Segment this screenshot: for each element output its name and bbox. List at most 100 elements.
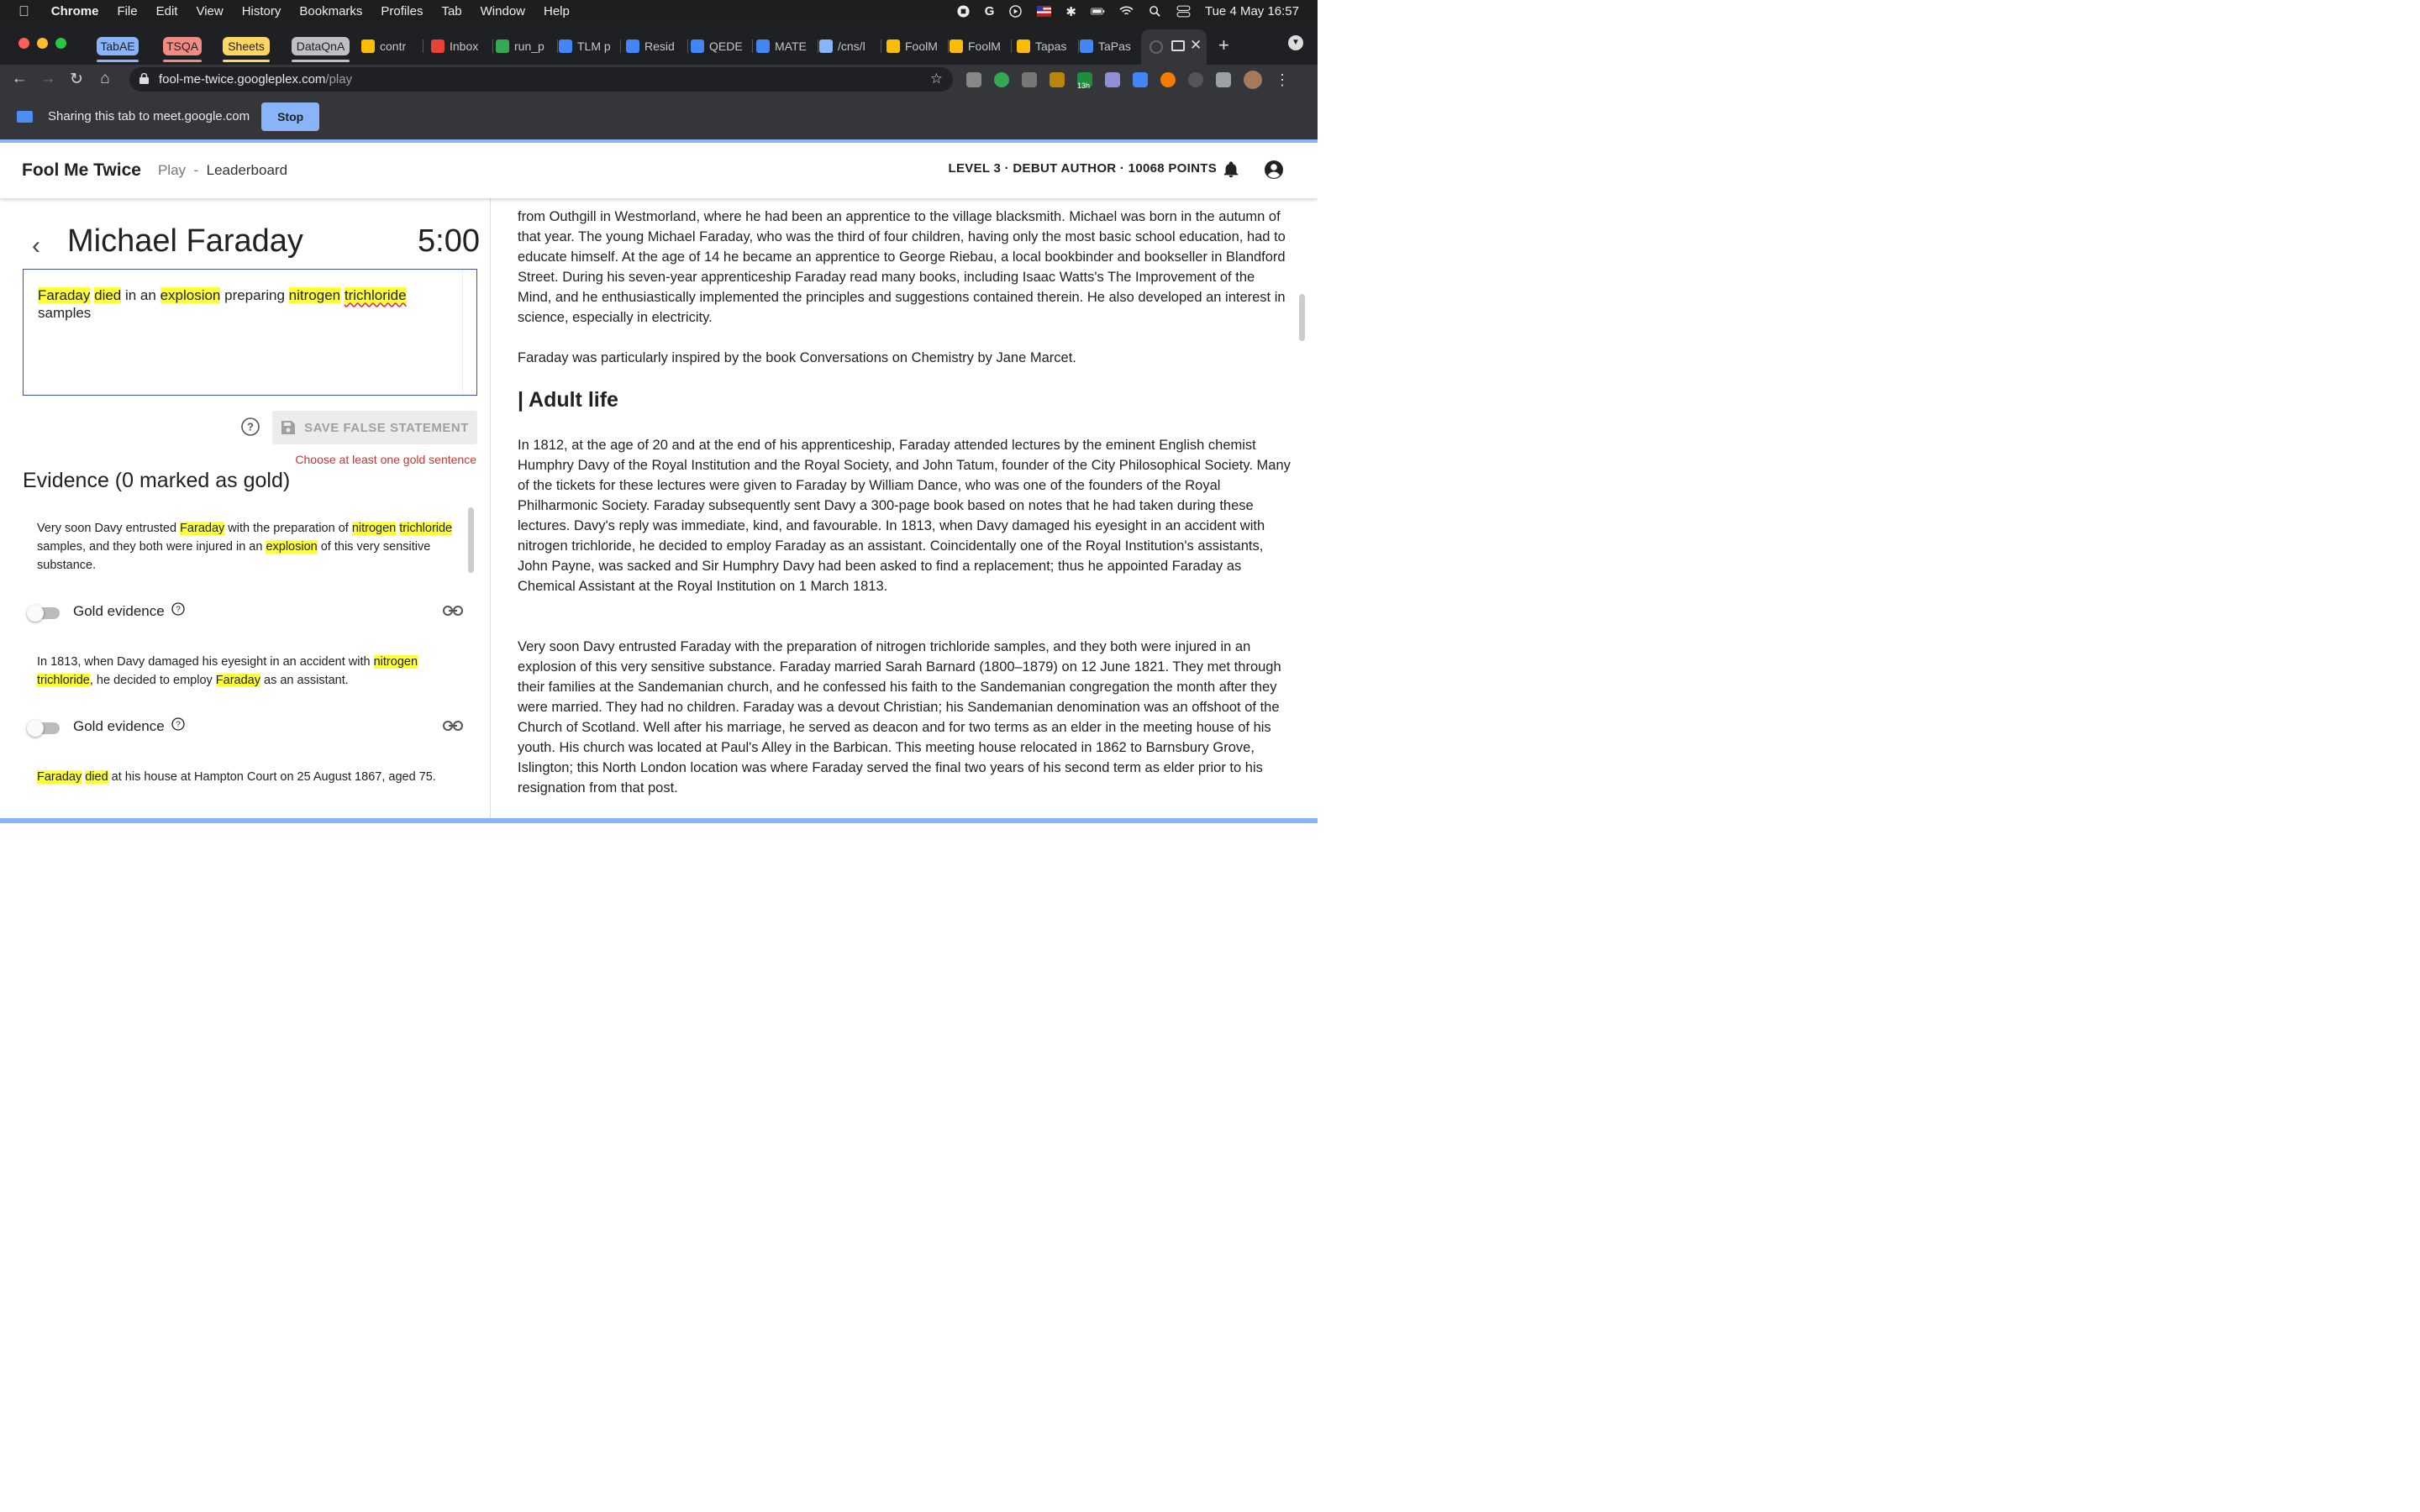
- statement-text: preparing: [220, 287, 289, 303]
- browser-tab[interactable]: TLM p: [559, 34, 621, 58]
- menu-edit[interactable]: Edit: [156, 4, 178, 18]
- extension-heart-icon[interactable]: [1133, 72, 1148, 87]
- chrome-menu-icon[interactable]: ⋮: [1275, 71, 1290, 89]
- browser-tab[interactable]: run_p: [496, 34, 558, 58]
- close-tab-icon[interactable]: ✕: [1190, 37, 1202, 54]
- extension-laptop-icon[interactable]: [1022, 72, 1037, 87]
- bluetooth-icon[interactable]: ✱: [1065, 4, 1076, 19]
- address-bar[interactable]: fool-me-twice.googleplex.com/play ☆: [129, 67, 953, 92]
- browser-tab[interactable]: Tapas: [1017, 34, 1079, 58]
- gold-evidence-toggle[interactable]: [27, 605, 60, 622]
- help-circle-icon[interactable]: ?: [171, 717, 185, 731]
- notifications-bell-icon[interactable]: [1222, 160, 1240, 179]
- article-scrollbar[interactable]: [1299, 294, 1305, 341]
- extension-icon[interactable]: [966, 72, 981, 87]
- evidence-text: samples, and they both were injured in a…: [37, 540, 266, 554]
- menu-profiles[interactable]: Profiles: [381, 4, 423, 18]
- evidence-sentence[interactable]: Very soon Davy entrusted Faraday with th…: [37, 519, 466, 575]
- play-icon[interactable]: [1008, 5, 1023, 18]
- extension-badge: 13h: [1077, 81, 1091, 90]
- evidence-scrollbar[interactable]: [468, 507, 474, 573]
- active-tab[interactable]: ✕: [1141, 29, 1207, 65]
- menu-window[interactable]: Window: [481, 4, 525, 18]
- textarea-scrollbar[interactable]: [462, 270, 463, 395]
- home-icon[interactable]: ⌂: [91, 70, 119, 88]
- link-icon[interactable]: [443, 605, 463, 617]
- extensions-puzzle-icon[interactable]: [1216, 72, 1231, 87]
- extension-check-icon[interactable]: [994, 72, 1009, 87]
- extension-notes-icon[interactable]: [1050, 72, 1065, 87]
- bookmark-star-icon[interactable]: ☆: [930, 71, 943, 87]
- highlighted-word: nitrogen: [351, 522, 397, 535]
- browser-tab[interactable]: /cns/l: [819, 34, 881, 58]
- stop-sharing-button[interactable]: Stop: [261, 102, 320, 131]
- tab-group-label: Sheets: [228, 39, 265, 53]
- menubar-clock[interactable]: Tue 4 May 16:57: [1205, 4, 1299, 18]
- browser-tab[interactable]: FoolM: [886, 34, 949, 58]
- extension-timer-icon[interactable]: 13h: [1077, 72, 1092, 90]
- minimize-window-button[interactable]: [37, 38, 48, 49]
- cns-icon: [819, 39, 833, 53]
- reload-icon[interactable]: ↻: [62, 70, 91, 89]
- browser-tab[interactable]: Resid: [626, 34, 688, 58]
- new-tab-button[interactable]: +: [1218, 34, 1229, 56]
- menu-file[interactable]: File: [117, 4, 137, 18]
- article-paragraph: Very soon Davy entrusted Faraday with th…: [518, 639, 1281, 795]
- back-chevron-icon[interactable]: ‹: [32, 232, 40, 260]
- extension-orange-icon[interactable]: [1160, 72, 1176, 87]
- tab-title: TaPas: [1098, 39, 1131, 53]
- tab-title: Inbox: [450, 39, 479, 53]
- close-window-button[interactable]: [18, 38, 29, 49]
- tab-title: FoolM: [905, 39, 938, 53]
- back-arrow-icon[interactable]: ←: [5, 70, 34, 88]
- evidence-sentence[interactable]: Faraday died at his house at Hampton Cou…: [37, 768, 466, 786]
- tab-group-sheets[interactable]: Sheets: [223, 37, 270, 62]
- browser-tab[interactable]: TaPas: [1080, 34, 1142, 58]
- tab-group-tsqa[interactable]: TSQA: [163, 37, 202, 62]
- menu-bookmarks[interactable]: Bookmarks: [299, 4, 362, 18]
- gold-evidence-toggle[interactable]: [27, 720, 60, 737]
- nav-play[interactable]: Play: [158, 162, 186, 178]
- statement-panel: ‹ Michael Faraday 5:00 Faraday died in a…: [0, 198, 491, 818]
- battery-icon[interactable]: [1091, 5, 1105, 18]
- tab-title: contr: [380, 39, 407, 53]
- highlighted-word: nitrogen: [373, 655, 418, 669]
- extension-mask-icon[interactable]: [1105, 72, 1120, 87]
- record-icon[interactable]: [956, 5, 971, 18]
- tab-group-tabae[interactable]: TabAE: [97, 37, 139, 62]
- zoom-window-button[interactable]: [55, 38, 66, 49]
- browser-tab[interactable]: FoolM: [950, 34, 1012, 58]
- brand-title[interactable]: Fool Me Twice: [22, 160, 141, 181]
- highlighted-word: explosion: [266, 540, 318, 554]
- menu-view[interactable]: View: [196, 4, 223, 18]
- apple-menu-icon[interactable]: : [18, 3, 29, 20]
- nav-leaderboard[interactable]: Leaderboard: [207, 162, 287, 178]
- forward-arrow-icon[interactable]: →: [34, 70, 62, 88]
- level-status: LEVEL 3 · DEBUT AUTHOR · 10068 POINTS: [948, 161, 1217, 176]
- google-g-icon[interactable]: G: [985, 4, 995, 18]
- menu-help[interactable]: Help: [544, 4, 570, 18]
- link-icon[interactable]: [443, 720, 463, 732]
- help-circle-icon[interactable]: ?: [171, 602, 185, 616]
- menu-tab[interactable]: Tab: [441, 4, 461, 18]
- profile-avatar[interactable]: [1244, 71, 1262, 89]
- extension-bell-icon[interactable]: [1188, 72, 1203, 87]
- menu-history[interactable]: History: [242, 4, 281, 18]
- browser-tab[interactable]: Inbox: [431, 34, 493, 58]
- browser-tab[interactable]: contr: [361, 34, 424, 58]
- wifi-icon[interactable]: [1119, 5, 1134, 18]
- tab-search-icon[interactable]: ▼: [1288, 35, 1303, 50]
- account-circle-icon[interactable]: [1264, 160, 1284, 180]
- evidence-sentence[interactable]: In 1813, when Davy damaged his eyesight …: [37, 653, 466, 690]
- tab-group-dataqna[interactable]: DataQnA: [292, 37, 350, 62]
- save-false-statement-button[interactable]: SAVE FALSE STATEMENT: [272, 411, 477, 444]
- false-statement-input[interactable]: Faraday died in an explosion preparing n…: [23, 269, 477, 396]
- help-circle-icon[interactable]: ?: [241, 417, 260, 436]
- tab-separator: [423, 39, 424, 53]
- browser-tab[interactable]: QEDE: [691, 34, 753, 58]
- spotlight-search-icon[interactable]: [1148, 5, 1162, 18]
- input-flag-icon[interactable]: [1037, 5, 1052, 18]
- menu-app-name[interactable]: Chrome: [51, 4, 99, 18]
- control-center-icon[interactable]: [1176, 5, 1191, 18]
- browser-tab[interactable]: MATE: [756, 34, 818, 58]
